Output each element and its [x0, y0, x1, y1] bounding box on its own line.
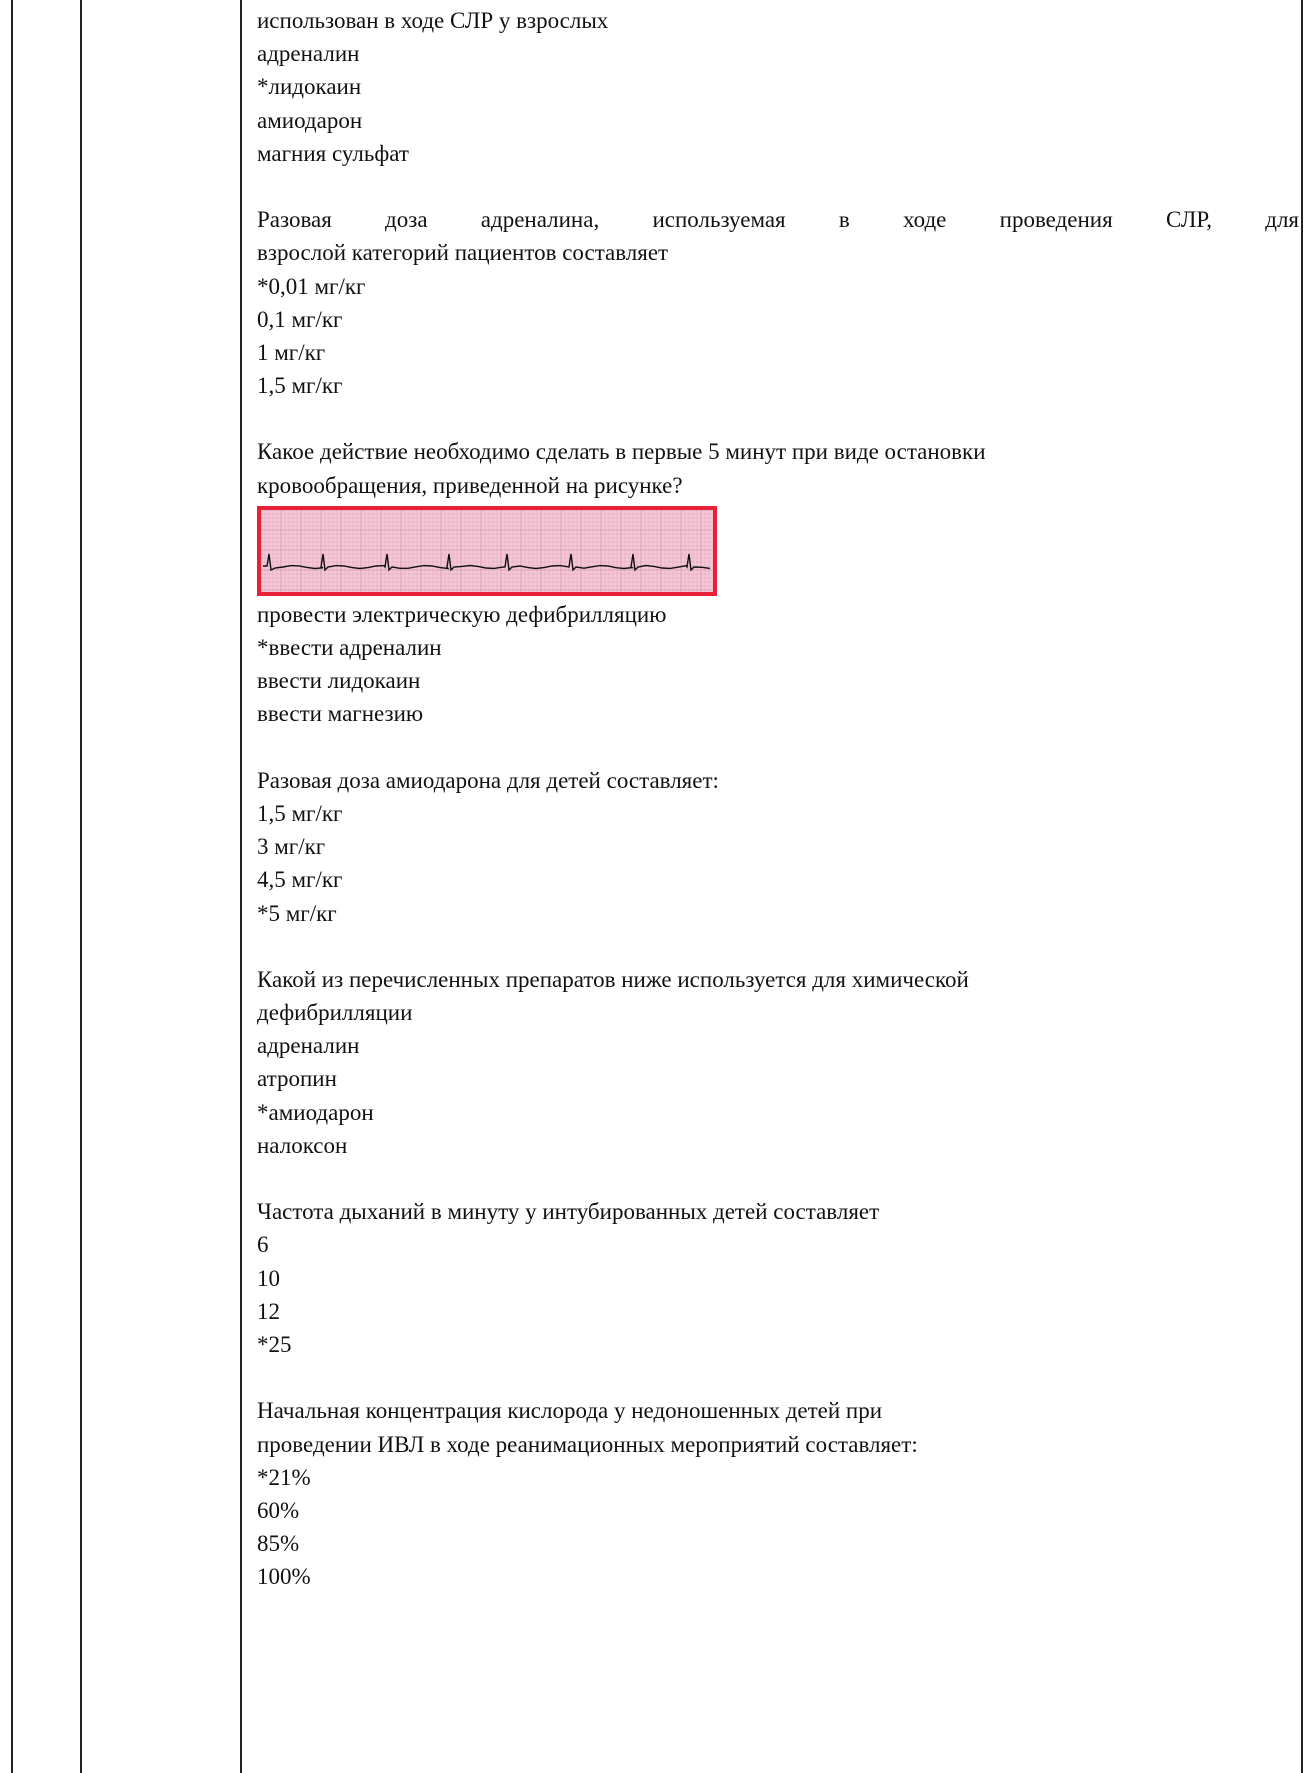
answer-option: 1 мг/кг — [257, 339, 326, 365]
question-stem: взрослой категорий пациентов составляет — [257, 240, 669, 266]
question-stem: кровообращения, приведенной на рисунке? — [257, 472, 683, 498]
answer-option-correct: *0,01 мг/кг — [257, 273, 366, 299]
ecg-strip-image — [261, 509, 713, 592]
answer-option: 3 мг/кг — [257, 834, 326, 860]
answer-option: адреналин — [257, 1033, 360, 1059]
question-stem: дефибрилляции — [257, 1000, 413, 1026]
answer-option: 85% — [257, 1531, 300, 1557]
answer-option: 10 — [257, 1265, 280, 1291]
questions-cell: использован в ходе СЛР у взрослых адрена… — [257, 4, 1299, 1593]
answer-option-correct: *25 — [257, 1331, 292, 1357]
answer-option-correct: *лидокаин — [257, 74, 362, 100]
question-stem: использован в ходе СЛР у взрослых — [257, 8, 609, 33]
answer-option: 100% — [257, 1564, 311, 1590]
answer-option-correct: *ввести адреналин — [257, 635, 442, 660]
question-stem: Разовая доза амиодарона для детей состав… — [257, 767, 719, 793]
answer-option: ввести магнезию — [257, 701, 424, 727]
question-block: Частота дыханий в минуту у интубированны… — [257, 1195, 1299, 1361]
table-column-divider-2 — [240, 0, 242, 1773]
question-stem: Частота дыханий в минуту у интубированны… — [257, 1199, 880, 1225]
question-block: Разовая доза адреналина, используемая в … — [257, 203, 1299, 402]
answer-option-correct: *21% — [257, 1464, 311, 1490]
question-stem: Разовая доза адреналина, используемая в … — [257, 207, 1299, 233]
answer-option: 60% — [257, 1497, 300, 1523]
question-stem: Какой из перечисленных препаратов ниже и… — [257, 966, 969, 992]
answer-option: 12 — [257, 1298, 280, 1324]
answer-option-correct: *5 мг/кг — [257, 900, 337, 926]
answer-option: налоксон — [257, 1132, 348, 1158]
answer-option: провести электрическую дефибрилляцию — [257, 601, 667, 627]
question-block: Какое действие необходимо сделать в перв… — [257, 435, 1299, 730]
table-column-divider-1 — [80, 0, 82, 1773]
answer-option: 1,5 мг/кг — [257, 800, 343, 826]
answer-option: 4,5 мг/кг — [257, 867, 343, 893]
answer-option: амиодарон — [257, 107, 363, 133]
question-block: Начальная концентрация кислорода у недон… — [257, 1394, 1299, 1593]
answer-option-correct: *амиодарон — [257, 1099, 374, 1125]
ecg-paper — [261, 509, 713, 592]
question-stem: проведении ИВЛ в ходе реанимационных мер… — [257, 1431, 918, 1457]
table-border-left — [11, 0, 13, 1773]
question-block: Какой из перечисленных препаратов ниже и… — [257, 963, 1299, 1162]
ecg-figure — [257, 505, 717, 596]
answer-option: 1,5 мг/кг — [257, 373, 343, 399]
answer-option: атропин — [257, 1066, 337, 1092]
question-stem: Какое действие необходимо сделать в перв… — [257, 439, 986, 465]
document-page: использован в ходе СЛР у взрослых адрена… — [0, 0, 1315, 1773]
answer-option: ввести лидокаин — [257, 668, 421, 694]
table-border-right — [1301, 0, 1303, 1773]
answer-option: 6 — [257, 1232, 269, 1258]
question-block: Разовая доза амиодарона для детей состав… — [257, 764, 1299, 930]
answer-option: магния сульфат — [257, 140, 409, 166]
question-block: использован в ходе СЛР у взрослых адрена… — [257, 4, 1299, 170]
answer-option: 0,1 мг/кг — [257, 306, 343, 332]
answer-option: адреналин — [257, 41, 360, 67]
question-stem: Начальная концентрация кислорода у недон… — [257, 1398, 883, 1424]
